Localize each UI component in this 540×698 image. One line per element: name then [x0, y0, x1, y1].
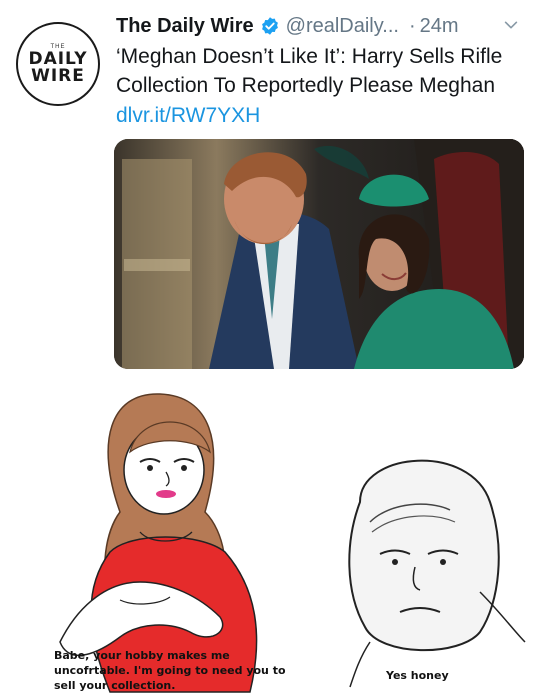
daily-wire-avatar[interactable]: THE DAILY WIRE: [16, 22, 100, 106]
tweet-card: THE DAILY WIRE The Daily Wire @realDaily…: [0, 0, 540, 380]
tweet-header: The Daily Wire @realDaily... · 24m: [116, 10, 526, 42]
account-name[interactable]: The Daily Wire: [116, 15, 254, 38]
logo-line-2: WIRE: [31, 65, 85, 86]
verified-badge-icon: [261, 17, 278, 35]
tweet-text: ‘Meghan Doesn’t Like It’: Harry Sells Ri…: [116, 45, 503, 97]
tweet-photo[interactable]: [114, 139, 524, 369]
meme-right-caption: Yes honey: [386, 669, 449, 682]
tweet-time[interactable]: 24m: [420, 15, 459, 38]
separator-dot: ·: [408, 14, 416, 37]
photo-illustration: [114, 139, 524, 369]
meme-left-caption: Babe, your hobby makes me uncofrtable. I…: [54, 649, 286, 692]
logo-line-1: DAILY: [28, 48, 88, 69]
tweet-link[interactable]: dlvr.it/RW7YXH: [116, 101, 260, 130]
account-handle[interactable]: @realDaily...: [286, 15, 399, 38]
wojak-drawing: [348, 459, 526, 688]
chevron-down-icon[interactable]: [502, 16, 520, 34]
